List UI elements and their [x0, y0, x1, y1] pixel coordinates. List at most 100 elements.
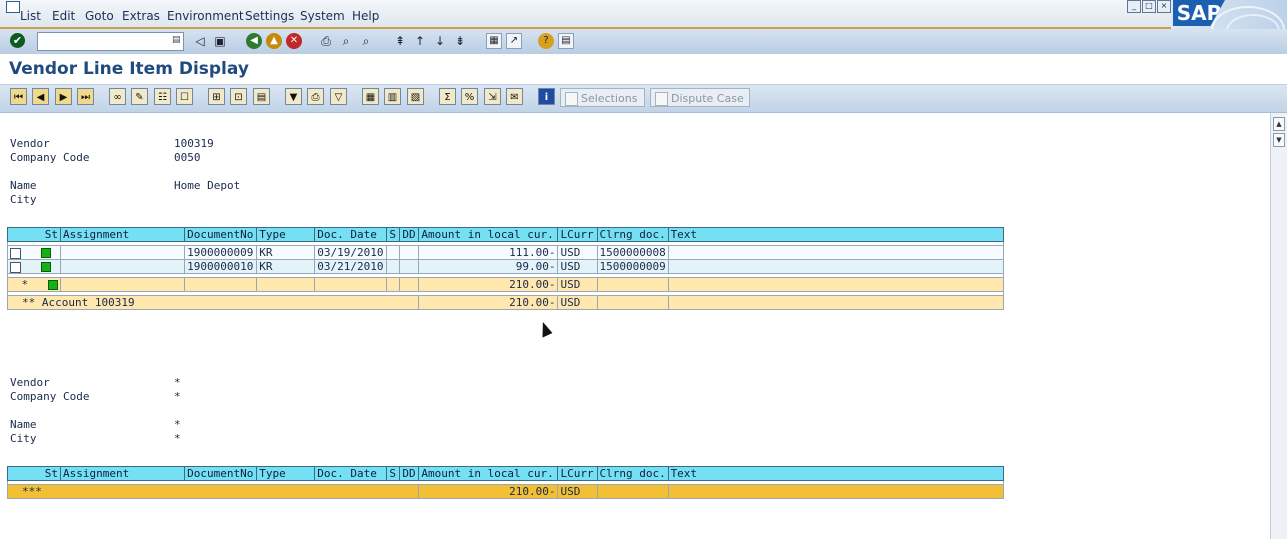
exit-icon[interactable]: ▲	[266, 33, 282, 49]
column-header[interactable]: S	[386, 227, 401, 242]
minimize-icon[interactable]: _	[1127, 0, 1141, 13]
row-checkbox[interactable]	[10, 261, 21, 273]
city-label: City	[10, 193, 37, 206]
column-header[interactable]: Assignment	[60, 227, 186, 242]
clrng-doc-cell[interactable]: 1500000008	[596, 245, 669, 260]
shortcut-icon[interactable]: ↗	[506, 33, 522, 49]
column-header[interactable]: Doc. Date	[314, 227, 388, 242]
find-next-icon[interactable]: ⌕	[358, 33, 374, 49]
filter-icon[interactable]: ▼	[285, 88, 302, 105]
back-arrow-icon[interactable]: ◁	[192, 33, 208, 49]
create-session-icon[interactable]: ▦	[486, 33, 502, 49]
title-bar: Vendor Line Item Display	[0, 54, 1287, 85]
column-header[interactable]: DocumentNo	[184, 227, 258, 242]
deselect-icon[interactable]: ☐	[176, 88, 193, 105]
app-icon[interactable]	[6, 1, 20, 13]
scroll-up-icon[interactable]: ▲	[1273, 117, 1285, 131]
cancel-icon[interactable]: ✕	[286, 33, 302, 49]
company-code-value: 0050	[174, 151, 201, 164]
last-page-icon[interactable]: ⇟	[452, 33, 468, 49]
grand-total-row[interactable]: *** 210.00- USD	[6, 484, 1005, 499]
dropdown-icon[interactable]: ▤	[172, 35, 181, 46]
menu-environment[interactable]: Environment	[167, 9, 244, 23]
info-icon[interactable]: i	[538, 88, 555, 105]
menu-list[interactable]: List	[20, 9, 41, 23]
column-header[interactable]: Amount in local cur.	[418, 227, 559, 242]
column-header[interactable]: Amount in local cur.	[418, 466, 559, 481]
next-page-icon[interactable]: ↓	[432, 33, 448, 49]
column-header[interactable]: Text	[667, 227, 1005, 242]
status-green-icon	[40, 262, 51, 272]
command-field[interactable]: ▤	[37, 32, 184, 51]
status-green-icon	[48, 280, 59, 290]
column-header[interactable]: Clrng doc.	[596, 466, 669, 481]
change-layout-icon[interactable]: ▥	[384, 88, 401, 105]
column-header[interactable]: Clrng doc.	[596, 227, 669, 242]
sort-descending-icon[interactable]: ▤	[253, 88, 270, 105]
enter-check-icon[interactable]: ✔	[10, 33, 25, 48]
mail-icon[interactable]: ✉	[506, 88, 523, 105]
save-icon[interactable]: ▣	[212, 33, 228, 49]
sort-ascending-icon[interactable]: ⊡	[230, 88, 247, 105]
menu-help[interactable]: Help	[352, 9, 379, 23]
column-header[interactable]: St	[6, 227, 62, 242]
menu-system[interactable]: System	[300, 9, 345, 23]
document-no-cell[interactable]: 1900000010	[184, 259, 258, 274]
menu-goto[interactable]: Goto	[85, 9, 114, 23]
table-row[interactable]: 1900000010 KR 03/21/2010 99.00- USD 1500…	[6, 259, 1005, 274]
column-header[interactable]: Assignment	[60, 466, 186, 481]
clrng-doc-cell[interactable]: 1500000009	[596, 259, 669, 274]
document-no-cell[interactable]: 1900000009	[184, 245, 258, 260]
column-header[interactable]: LCurr	[557, 227, 598, 242]
display-document-icon[interactable]: ∞	[109, 88, 126, 105]
row-checkbox[interactable]	[10, 247, 21, 259]
details-icon[interactable]: ⊞	[208, 88, 225, 105]
subtotal-icon[interactable]: %	[461, 88, 478, 105]
export-icon[interactable]: ⇲	[484, 88, 501, 105]
next-item-icon[interactable]: ▶	[55, 88, 72, 105]
column-header[interactable]: DocumentNo	[184, 466, 258, 481]
previous-item-icon[interactable]: ◀	[32, 88, 49, 105]
menu-extras[interactable]: Extras	[122, 9, 160, 23]
column-header[interactable]: DD	[399, 466, 420, 481]
back-icon[interactable]: ◀	[246, 33, 262, 49]
column-header[interactable]: S	[386, 466, 401, 481]
first-page-icon[interactable]: ⇞	[392, 33, 408, 49]
column-header[interactable]: Type	[256, 466, 316, 481]
first-item-icon[interactable]: ⏮	[10, 88, 27, 105]
subtotal-row[interactable]: * 210.00- USD	[6, 277, 1005, 292]
column-header[interactable]: DD	[399, 227, 420, 242]
change-document-icon[interactable]: ✎	[131, 88, 148, 105]
vertical-scrollbar[interactable]: ▲ ▼	[1270, 113, 1287, 539]
account-total-row[interactable]: ** Account 100319 210.00- USD	[6, 295, 1005, 310]
total-icon[interactable]: Σ	[439, 88, 456, 105]
layout-menu-icon[interactable]: ▤	[558, 33, 574, 49]
scroll-down-icon[interactable]: ▼	[1273, 133, 1285, 147]
column-header[interactable]: LCurr	[557, 466, 598, 481]
column-header[interactable]: Text	[667, 466, 1005, 481]
column-header[interactable]: St	[6, 466, 62, 481]
menu-settings[interactable]: Settings	[245, 9, 294, 23]
dispute-case-button[interactable]: Dispute Case	[650, 88, 750, 107]
help-icon[interactable]: ?	[538, 33, 554, 49]
select-layout-icon[interactable]: ▧	[407, 88, 424, 105]
application-toolbar: ⏮ ◀ ▶ ⏭ ∞ ✎ ☷ ☐ ⊞ ⊡ ▤ ▼ ⎙ ▽ ▦ ▥ ▧ Σ % ⇲ …	[0, 85, 1287, 113]
table-header: St Assignment DocumentNo Type Doc. Date …	[6, 227, 1005, 242]
menu-edit[interactable]: Edit	[52, 9, 75, 23]
maximize-icon[interactable]: □	[1142, 0, 1156, 13]
layout-icon[interactable]: ▦	[362, 88, 379, 105]
selections-button[interactable]: Selections	[560, 88, 645, 107]
column-header[interactable]: Type	[256, 227, 316, 242]
print-icon[interactable]: ⎙	[318, 33, 334, 49]
table-row[interactable]: 1900000009 KR 03/19/2010 111.00- USD 150…	[6, 245, 1005, 260]
last-item-icon[interactable]: ⏭	[77, 88, 94, 105]
column-header[interactable]: Doc. Date	[314, 466, 388, 481]
close-window-icon[interactable]: ×	[1157, 0, 1171, 13]
find-icon[interactable]: ⌕	[338, 33, 354, 49]
set-filter-icon[interactable]: ▽	[330, 88, 347, 105]
grand-total-label: ***	[6, 484, 420, 499]
account-total-amount: 210.00-	[418, 295, 559, 310]
previous-page-icon[interactable]: ↑	[412, 33, 428, 49]
print-preview-icon[interactable]: ⎙	[307, 88, 324, 105]
select-all-icon[interactable]: ☷	[154, 88, 171, 105]
